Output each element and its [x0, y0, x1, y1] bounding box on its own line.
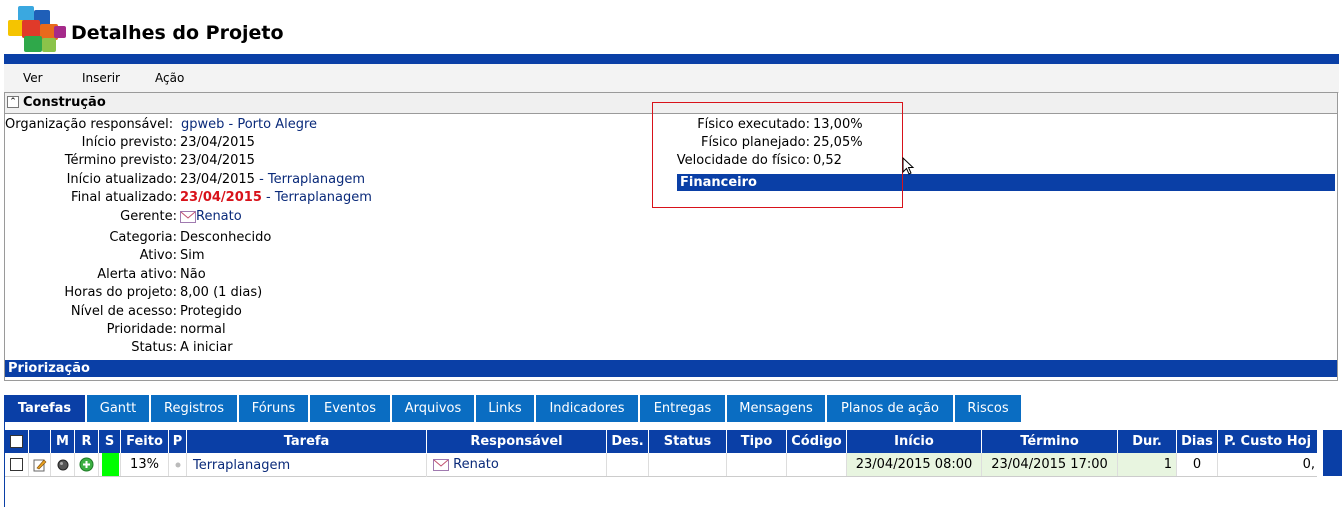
- header-blank: [29, 430, 51, 453]
- puzzle-logo-icon: [8, 6, 66, 52]
- field-termino-previsto: Término previsto: 23/04/2015: [64, 153, 255, 168]
- field-organizacao: Organização responsável: gpweb - Porto A…: [5, 116, 318, 134]
- header-codigo[interactable]: Código: [787, 430, 847, 453]
- tasks-table: M R S Feito P Tarefa Responsável Des. St…: [4, 422, 1342, 507]
- table-header: M R S Feito P Tarefa Responsável Des. St…: [5, 430, 1317, 453]
- row-dur: 1: [1118, 453, 1177, 476]
- field-inicio-previsto: Início previsto: 23/04/2015: [81, 135, 255, 150]
- header-r[interactable]: R: [75, 430, 99, 453]
- tabs-bar: Tarefas Gantt Registros Fóruns Eventos A…: [4, 395, 1339, 422]
- collapse-icon[interactable]: ⌃: [7, 96, 19, 108]
- tab-eventos[interactable]: Eventos: [310, 395, 392, 422]
- header-tarefa[interactable]: Tarefa: [187, 430, 427, 453]
- header-custo[interactable]: P. Custo Hoj: [1218, 430, 1317, 453]
- tab-riscos[interactable]: Riscos: [955, 395, 1023, 422]
- row-custo: 0,: [1302, 457, 1315, 472]
- highlight-box: [652, 102, 903, 208]
- gerente-name[interactable]: Renato: [196, 209, 242, 224]
- header-tipo[interactable]: Tipo: [727, 430, 787, 453]
- field-alerta-ativo: Alerta ativo: Não: [97, 267, 206, 282]
- tab-foruns[interactable]: Fóruns: [239, 395, 310, 422]
- row-inicio: 23/04/2015 08:00: [847, 453, 982, 476]
- row-feito: 13%: [121, 453, 169, 476]
- field-horas-projeto: Horas do projeto: 8,00 (1 dias): [64, 285, 263, 300]
- field-final-atualizado: Final atualizado: 23/04/2015 - Terraplan…: [71, 190, 372, 205]
- menu-acao[interactable]: Ação: [155, 71, 184, 85]
- row-tarefa-link[interactable]: Terraplanagem: [187, 454, 427, 477]
- row-tipo: [727, 453, 787, 476]
- select-all-checkbox[interactable]: [10, 435, 23, 448]
- status-color-indicator: [102, 453, 119, 476]
- header-des[interactable]: Des.: [607, 430, 649, 453]
- row-status: [649, 453, 727, 476]
- page-header: Detalhes do Projeto: [0, 0, 1342, 54]
- mail-icon[interactable]: [180, 210, 196, 223]
- tab-gantt[interactable]: Gantt: [87, 395, 151, 422]
- priorizacao-section-bar[interactable]: Priorização: [5, 360, 1337, 377]
- tab-arquivos[interactable]: Arquivos: [392, 395, 476, 422]
- organizacao-link[interactable]: gpweb - Porto Alegre: [181, 116, 317, 134]
- page-title: Detalhes do Projeto: [71, 22, 284, 44]
- edit-icon[interactable]: [33, 458, 47, 472]
- header-termino[interactable]: Término: [982, 430, 1118, 453]
- menu-bar: Ver Inserir Ação: [4, 64, 1339, 93]
- tab-links[interactable]: Links: [476, 395, 536, 422]
- header-feito[interactable]: Feito: [121, 430, 169, 453]
- tab-planos-acao[interactable]: Planos de ação: [827, 395, 955, 422]
- inicio-tarefa-link[interactable]: - Terraplanagem: [255, 172, 365, 187]
- tab-entregas[interactable]: Entregas: [640, 395, 727, 422]
- field-nivel-acesso: Nível de acesso: Protegido: [70, 304, 242, 319]
- tab-indicadores[interactable]: Indicadores: [536, 395, 640, 422]
- row-dias: 0: [1177, 453, 1218, 476]
- final-date-late: 23/04/2015: [180, 190, 262, 205]
- header-dur[interactable]: Dur.: [1118, 430, 1177, 453]
- table-row[interactable]: 13% Terraplanagem Renato 23/04/2015 08:0…: [5, 453, 1317, 477]
- header-s[interactable]: S: [99, 430, 121, 453]
- menu-ver[interactable]: Ver: [23, 71, 43, 85]
- row-termino: 23/04/2015 17:00: [982, 453, 1118, 476]
- final-tarefa-link[interactable]: - Terraplanagem: [262, 190, 372, 205]
- row-des: [607, 453, 649, 476]
- field-gerente: Gerente: Renato: [120, 209, 242, 224]
- priority-dot-icon: [175, 462, 180, 467]
- panel-title: Construção: [23, 95, 106, 110]
- header-dias[interactable]: Dias: [1177, 430, 1218, 453]
- row-checkbox[interactable]: [10, 458, 23, 471]
- header-divider: [4, 54, 1339, 64]
- field-ativo: Ativo: Sim: [139, 248, 205, 263]
- mail-icon[interactable]: [433, 458, 449, 471]
- select-all-header: [5, 430, 29, 453]
- mouse-cursor-icon: [902, 157, 915, 175]
- scrollbar-track[interactable]: [1323, 430, 1342, 476]
- header-p[interactable]: P: [169, 430, 187, 453]
- header-inicio[interactable]: Início: [847, 430, 982, 453]
- row-codigo: [787, 453, 847, 476]
- tab-tarefas[interactable]: Tarefas: [4, 395, 87, 422]
- tab-registros[interactable]: Registros: [151, 395, 239, 422]
- tab-mensagens[interactable]: Mensagens: [727, 395, 827, 422]
- field-prioridade: Prioridade: normal: [106, 322, 226, 337]
- menu-inserir[interactable]: Inserir: [82, 71, 120, 85]
- field-status: Status: A iniciar: [131, 340, 233, 355]
- field-inicio-atualizado: Início atualizado: 23/04/2015 - Terrapla…: [66, 172, 365, 187]
- header-status[interactable]: Status: [649, 430, 727, 453]
- header-m[interactable]: M: [51, 430, 75, 453]
- row-responsavel[interactable]: Renato: [453, 457, 499, 472]
- add-icon[interactable]: [79, 457, 94, 472]
- milestone-dot-icon: [57, 459, 68, 470]
- header-responsavel[interactable]: Responsável: [427, 430, 607, 453]
- field-categoria: Categoria: Desconhecido: [109, 230, 272, 245]
